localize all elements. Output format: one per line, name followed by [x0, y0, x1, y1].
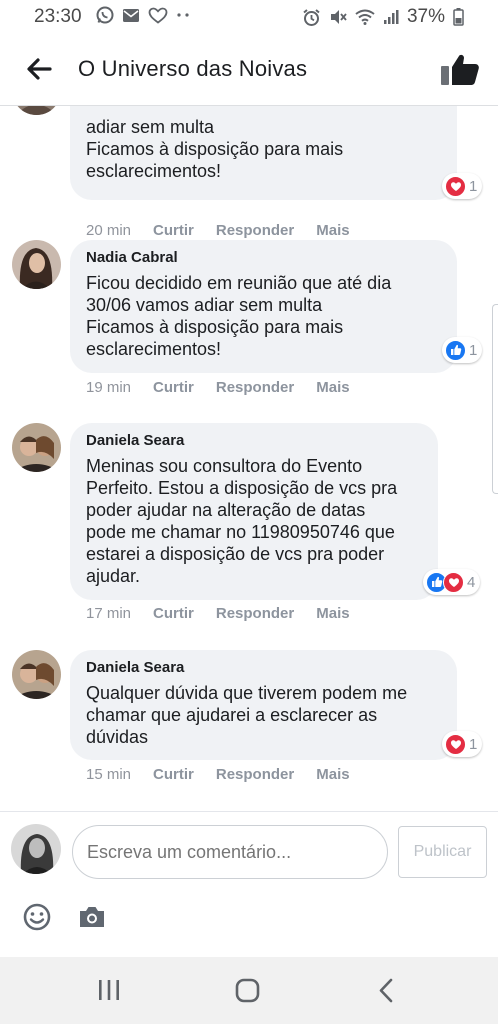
comment-bubble: Daniela Seara Meninas sou consultora do …	[70, 423, 438, 600]
comment-time: 19 min	[86, 379, 132, 396]
avatar[interactable]	[12, 650, 61, 699]
emoji-icon[interactable]	[22, 902, 52, 932]
avatar[interactable]	[12, 240, 61, 289]
comment-author[interactable]: Nadia Cabral	[86, 249, 441, 266]
status-system-icons: 37%	[302, 6, 464, 28]
dots-icon	[177, 13, 189, 17]
signal-icon	[383, 10, 399, 24]
comment-composer: Publicar	[0, 811, 498, 957]
mail-icon	[123, 8, 139, 22]
status-bar: 23:30 37%	[0, 0, 498, 34]
android-nav-bar	[0, 957, 498, 1024]
scrollbar[interactable]	[492, 304, 498, 494]
more-button[interactable]: Mais	[316, 379, 349, 396]
whatsapp-icon	[96, 6, 114, 24]
comment-actions: 15 min Curtir Responder Mais	[86, 766, 372, 783]
comment-text: Qualquer dúvida que tiverem podem me cha…	[86, 683, 408, 747]
like-page-button[interactable]	[438, 48, 482, 92]
like-comment-button[interactable]: Curtir	[153, 605, 194, 622]
more-button[interactable]: Mais	[316, 766, 349, 783]
more-button[interactable]: Mais	[316, 222, 349, 239]
like-comment-button[interactable]: Curtir	[153, 379, 194, 396]
comment-text: adiar sem multa Ficamos à disposição par…	[86, 117, 344, 181]
battery-percent: 37%	[406, 6, 445, 27]
comment-actions: 20 min Curtir Responder Mais	[86, 222, 372, 239]
heart-icon	[148, 7, 168, 24]
home-icon[interactable]	[235, 978, 260, 1003]
reaction-summary[interactable]: 1	[442, 173, 483, 199]
comment-author[interactable]: Daniela Seara	[86, 659, 441, 676]
comment-bubble: Nadia Cabral Ficou decidido em reunião q…	[70, 240, 457, 373]
alarm-icon	[303, 8, 320, 26]
reply-button[interactable]: Responder	[216, 222, 294, 239]
reply-button[interactable]: Responder	[216, 766, 294, 783]
like-reaction-icon	[445, 339, 466, 361]
comment-author[interactable]: Daniela Seara	[86, 432, 422, 449]
comment-bubble: adiar sem multa Ficamos à disposição par…	[70, 106, 457, 200]
arrow-left-icon	[27, 58, 52, 80]
back-nav-icon[interactable]	[377, 978, 395, 1003]
reply-button[interactable]: Responder	[216, 605, 294, 622]
page-header: O Universo das Noivas	[0, 34, 498, 106]
comment-time: 20 min	[86, 222, 132, 239]
comment-actions: 17 min Curtir Responder Mais	[86, 605, 372, 622]
comment-actions: 19 min Curtir Responder Mais	[86, 379, 372, 396]
avatar[interactable]	[12, 106, 61, 115]
like-comment-button[interactable]: Curtir	[153, 222, 194, 239]
like-comment-button[interactable]: Curtir	[153, 766, 194, 783]
heart-reaction-icon	[445, 733, 466, 755]
comment-bubble: Daniela Seara Qualquer dúvida que tivere…	[70, 650, 457, 760]
battery-icon	[453, 8, 464, 26]
page-title: O Universo das Noivas	[78, 56, 308, 81]
reaction-summary[interactable]: 1	[442, 731, 483, 757]
reply-button[interactable]: Responder	[216, 379, 294, 396]
comment-time: 17 min	[86, 605, 132, 622]
user-avatar	[11, 824, 61, 874]
recent-apps-icon[interactable]	[97, 979, 121, 1001]
reaction-summary[interactable]: 4	[423, 569, 481, 595]
thumbs-up-icon	[441, 54, 479, 85]
comment-time: 15 min	[86, 766, 132, 783]
comment-text: Ficou decidido em reunião que até dia 30…	[86, 273, 392, 359]
publish-button[interactable]: Publicar	[398, 826, 487, 878]
reaction-count: 1	[469, 341, 478, 359]
avatar[interactable]	[12, 423, 61, 472]
heart-reaction-icon	[443, 571, 464, 593]
status-time: 23:30	[34, 6, 82, 27]
reaction-summary[interactable]: 1	[442, 337, 483, 363]
status-notification-icons	[96, 6, 190, 24]
camera-icon[interactable]	[78, 904, 106, 930]
reaction-count: 1	[469, 735, 478, 753]
comment-input[interactable]	[72, 825, 388, 879]
comments-feed[interactable]: adiar sem multa Ficamos à disposição par…	[0, 106, 498, 810]
reaction-count: 4	[467, 573, 476, 591]
heart-reaction-icon	[445, 175, 466, 197]
reaction-count: 1	[469, 177, 478, 195]
back-button[interactable]	[22, 52, 56, 86]
mute-icon	[330, 10, 347, 24]
comment-text: Meninas sou consultora do Evento Perfeit…	[86, 456, 398, 586]
more-button[interactable]: Mais	[316, 605, 349, 622]
wifi-icon	[355, 9, 375, 25]
